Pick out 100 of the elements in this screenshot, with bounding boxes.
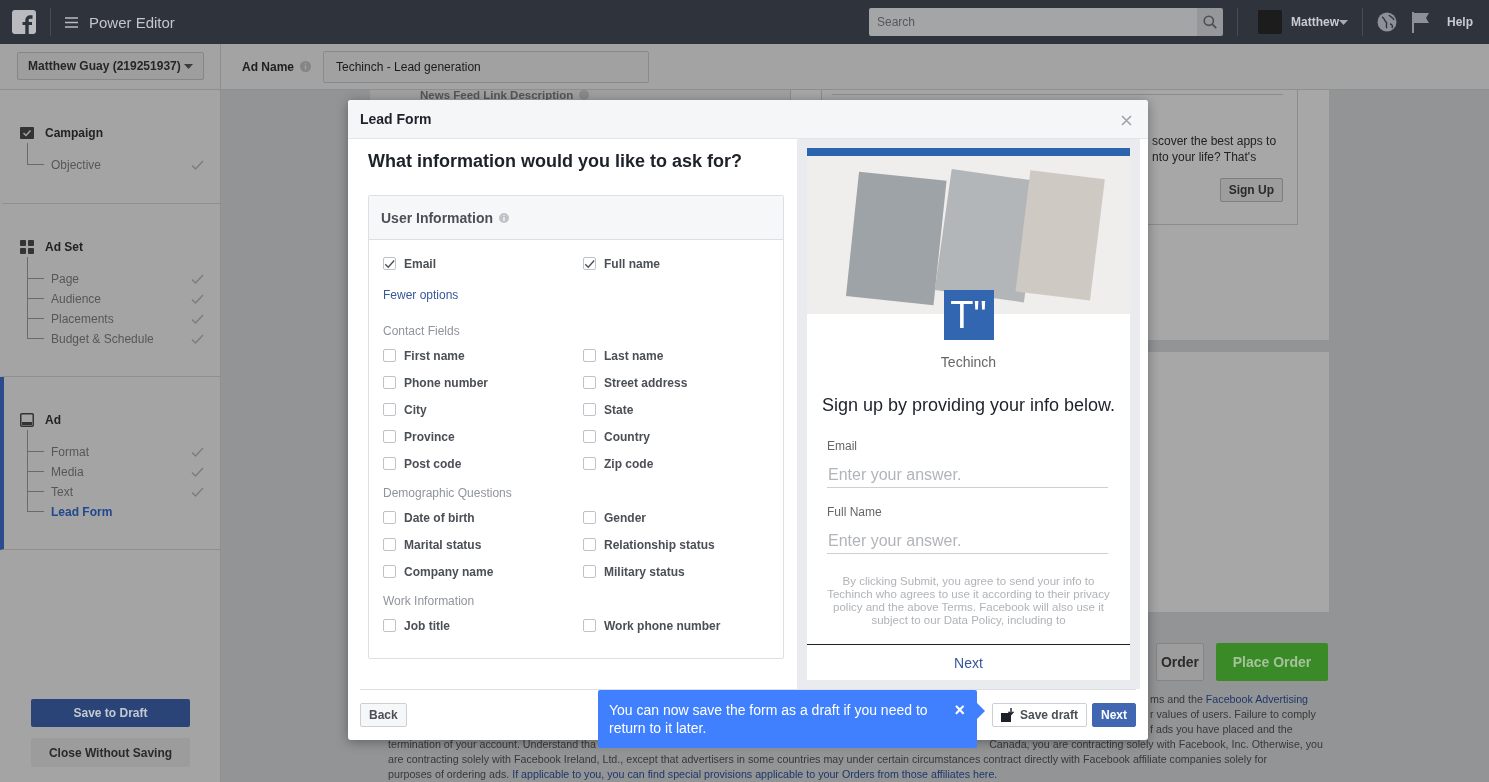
tree-connector xyxy=(27,472,44,492)
panel-title: User Information xyxy=(381,209,493,226)
checkbox-label[interactable]: Phone number xyxy=(404,375,488,390)
back-button[interactable]: Back xyxy=(360,703,407,727)
tree-connector xyxy=(27,430,44,452)
field-label: Email xyxy=(827,439,858,453)
caret-icon xyxy=(184,63,193,69)
section-title[interactable]: Ad Set xyxy=(45,240,83,254)
section-title[interactable]: Campaign xyxy=(45,126,103,140)
checkbox[interactable] xyxy=(583,430,596,443)
dialog-title: Lead Form xyxy=(360,111,432,127)
tree-connector xyxy=(27,492,44,512)
checkbox-label[interactable]: Street address xyxy=(604,375,688,390)
checkbox[interactable] xyxy=(583,538,596,551)
link[interactable]: Facebook Advertising xyxy=(1205,693,1309,705)
link[interactable]: Fewer options xyxy=(383,288,459,302)
checkbox[interactable] xyxy=(383,565,396,578)
checkbox-label[interactable]: Email xyxy=(404,256,436,271)
legal-text: ms and the Facebook Advertising xyxy=(1150,692,1309,707)
checkbox-label[interactable]: Last name xyxy=(604,348,664,363)
checkbox-label[interactable]: Province xyxy=(404,429,455,444)
checkbox-label[interactable]: Zip code xyxy=(604,456,654,471)
checkbox[interactable] xyxy=(383,511,396,524)
checkbox-label[interactable]: City xyxy=(404,402,427,417)
next-button[interactable]: Next xyxy=(1092,703,1136,727)
checkbox[interactable] xyxy=(583,619,596,632)
group-title: Work Information xyxy=(383,594,476,608)
ad-name-field[interactable]: Techinch - Lead generation xyxy=(323,50,649,83)
save-draft-button[interactable]: Save draft xyxy=(991,703,1087,727)
checkbox[interactable] xyxy=(383,257,396,270)
checkbox[interactable] xyxy=(583,349,596,362)
tree-connector xyxy=(27,257,44,279)
logo: T" xyxy=(943,290,994,340)
checkbox-label[interactable]: Military status xyxy=(604,564,685,579)
section-title[interactable]: Ad xyxy=(45,413,61,427)
save-draft-button[interactable]: Save to Draft xyxy=(31,699,190,727)
search-button[interactable] xyxy=(1197,8,1223,36)
preview-text: scover the best apps to xyxy=(1151,133,1278,149)
field-label: News Feed Link Description xyxy=(420,90,574,100)
checkbox[interactable] xyxy=(583,565,596,578)
checkbox-label[interactable]: Relationship status xyxy=(604,537,715,552)
search-icon xyxy=(1203,15,1217,29)
logo-icon xyxy=(12,10,36,34)
checkbox-label[interactable]: Full name xyxy=(604,256,660,271)
caret-icon xyxy=(1339,19,1348,25)
checkbox-label[interactable]: Post code xyxy=(404,456,462,471)
checkbox[interactable] xyxy=(583,376,596,389)
checkbox[interactable] xyxy=(383,619,396,632)
checkbox[interactable] xyxy=(383,538,396,551)
checkbox[interactable] xyxy=(383,376,396,389)
checkbox-label[interactable]: Date of birth xyxy=(404,510,475,525)
sidebar-item[interactable]: Lead Form xyxy=(51,505,113,519)
link[interactable]: If applicable to you, you can find special provisions applicable to your Orders from those affiliates here. xyxy=(512,768,998,780)
checkbox[interactable] xyxy=(583,257,596,270)
flag-icon[interactable] xyxy=(1411,11,1431,33)
checkbox[interactable] xyxy=(383,457,396,470)
user-name[interactable]: Matthew xyxy=(1291,15,1339,29)
close-button[interactable]: Close Without Saving xyxy=(31,738,190,767)
checkbox-label[interactable]: Country xyxy=(604,429,650,444)
avatar[interactable] xyxy=(1258,10,1282,34)
group-title: Contact Fields xyxy=(383,324,461,338)
tooltip-text: You can now save the form as a draft if you need to return to it later. xyxy=(609,701,929,737)
legal-text: f ads you have placed and the xyxy=(1150,722,1293,737)
globe-icon[interactable] xyxy=(1377,12,1397,32)
menu-icon[interactable] xyxy=(65,16,78,28)
checkbox-label[interactable]: Gender xyxy=(604,510,646,525)
checkbox[interactable] xyxy=(583,511,596,524)
checkbox[interactable] xyxy=(583,403,596,416)
checkbox-label[interactable]: Company name xyxy=(404,564,494,579)
legal-text: r values of users. Failure to comply xyxy=(1150,707,1316,722)
info-icon xyxy=(300,61,311,72)
monitor-icon xyxy=(20,413,34,427)
grid-icon xyxy=(20,240,34,254)
field-label: Ad Name xyxy=(242,59,294,74)
question-heading: What information would you like to ask for? xyxy=(368,150,743,172)
checkbox[interactable] xyxy=(383,349,396,362)
legal-text: purposes of ordering ads. If applicable to you, you can find special provisions applicable to your Orders from those affiliates here. xyxy=(388,767,998,782)
close-button[interactable]: × xyxy=(954,701,965,719)
sign-up-button[interactable]: Sign Up xyxy=(1219,178,1283,202)
legal-text: are contracting solely with Facebook Ireland, Ltd., except that advertisers in some countries may under certain circumstances contract directly with Facebook affiliate companies solely for xyxy=(388,752,1267,767)
legal-text: termination of your account. Understand tha xyxy=(388,737,596,752)
checkbox-label[interactable]: Marital status xyxy=(404,537,482,552)
info-icon xyxy=(499,212,509,223)
legal-text: Canada, you are contracting solely with Facebook, Inc. Otherwise, you xyxy=(989,737,1323,752)
page-name: Techinch xyxy=(940,354,997,370)
checkmark-icon xyxy=(584,258,595,269)
help-link[interactable]: Help xyxy=(1447,15,1473,29)
search-field[interactable]: Search xyxy=(869,8,1197,36)
app-title: Power Editor xyxy=(89,13,175,31)
checkbox[interactable] xyxy=(583,457,596,470)
checkbox-label[interactable]: Job title xyxy=(404,618,450,633)
tree-connector xyxy=(27,143,44,165)
order-button[interactable]: Order xyxy=(1155,643,1204,681)
account-dropdown[interactable]: Matthew Guay (219251937) xyxy=(17,52,204,80)
checkbox-label[interactable]: First name xyxy=(404,348,465,363)
checkbox-label[interactable]: State xyxy=(604,402,634,417)
checkbox[interactable] xyxy=(383,403,396,416)
checkbox-label[interactable]: Work phone number xyxy=(604,618,721,633)
tree-connector xyxy=(27,452,44,472)
checkbox[interactable] xyxy=(383,430,396,443)
